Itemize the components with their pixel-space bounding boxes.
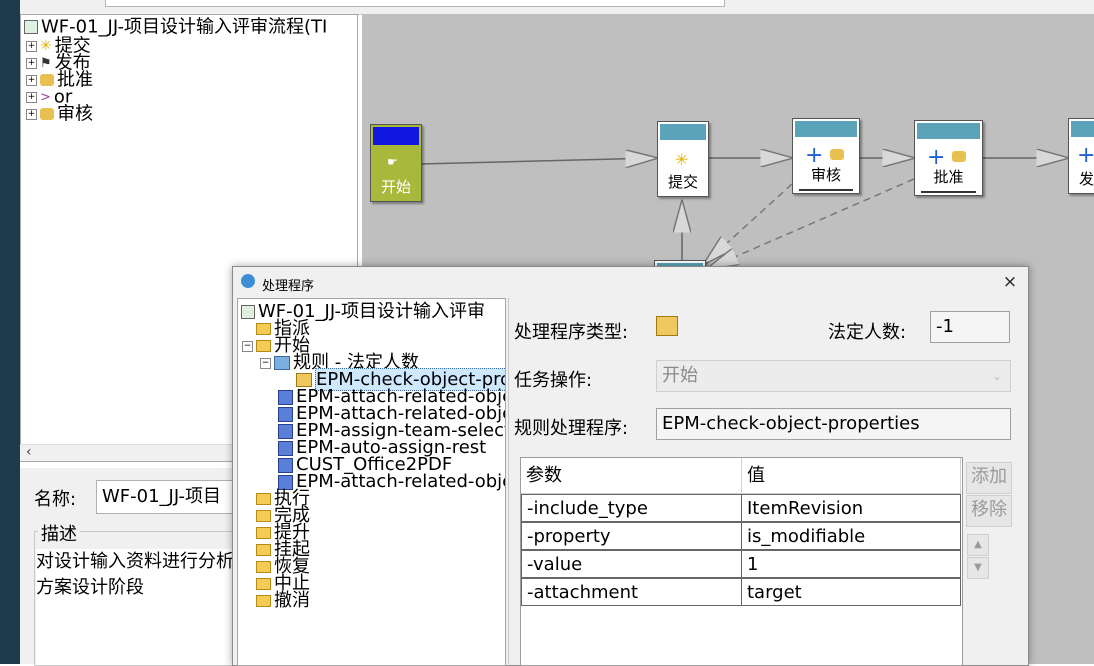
handler-type-label: 处理程序类型:	[514, 322, 629, 343]
tree-item-review[interactable]: + 审核	[26, 105, 93, 123]
node-header	[917, 123, 980, 139]
flag-icon: ⚑	[40, 55, 52, 71]
arguments-table: 参数 值 -include_type ItemRevision -propert…	[520, 457, 963, 666]
column-header-param[interactable]: 参数	[521, 458, 742, 494]
submit-node[interactable]: ✳ 提交	[657, 121, 709, 197]
table-cell-value[interactable]: is_modifiable	[741, 522, 961, 550]
expand-icon[interactable]: +	[26, 40, 37, 52]
task-action-label: 任务操作:	[514, 370, 593, 391]
rule-handler-label: 规则处理程序:	[514, 418, 629, 439]
collapse-icon[interactable]: −	[260, 357, 271, 369]
start-node-label: 开始	[380, 178, 411, 196]
people-icon	[40, 108, 54, 120]
start-node-header	[373, 127, 419, 145]
start-handler-icon: ☛	[387, 155, 398, 169]
handler-icon	[296, 373, 312, 387]
table-cell-value[interactable]: target	[741, 578, 961, 606]
people-icon	[40, 74, 54, 86]
workflow-icon	[24, 20, 38, 34]
or-icon: >	[40, 89, 51, 105]
table-cell-value[interactable]: ItemRevision	[741, 494, 961, 522]
approve-node[interactable]: + 批准	[914, 120, 983, 196]
star-icon: ✳	[675, 150, 689, 169]
dialog-title: 处理程序	[262, 279, 315, 294]
collapse-icon[interactable]: −	[242, 340, 253, 352]
review-task-icon	[830, 149, 844, 160]
remove-button[interactable]: 移除	[966, 495, 1012, 527]
folder-icon	[256, 340, 271, 352]
folder-icon	[256, 323, 271, 335]
review-node-label: 审核	[810, 166, 841, 184]
task-action-value: 开始	[662, 365, 698, 386]
table-cell-param[interactable]: -attachment	[521, 578, 742, 606]
rule-handler-field[interactable]: EPM-check-object-properties	[656, 408, 1011, 440]
task-icon: +	[1077, 143, 1094, 168]
connector-start-submit	[419, 158, 657, 164]
expand-icon[interactable]: +	[26, 57, 37, 69]
folder-icon	[256, 595, 271, 607]
folder-icon	[256, 493, 271, 505]
workflow-icon	[241, 305, 255, 319]
approve-node-label: 批准	[933, 168, 964, 186]
folder-icon	[256, 510, 271, 522]
action-handler-icon	[278, 440, 293, 456]
node-underline	[799, 189, 853, 191]
folder-icon	[256, 527, 271, 539]
quorum-label: 法定人数:	[828, 322, 907, 343]
folder-icon	[256, 561, 271, 573]
review-node[interactable]: + 审核	[792, 118, 860, 194]
table-cell-value[interactable]: 1	[741, 550, 961, 578]
table-cell-param[interactable]: -value	[521, 550, 742, 578]
node-header	[1071, 121, 1094, 137]
node-header	[795, 121, 857, 137]
handler-tree: WF-01_JJ-项目设计输入评审 指派 − 开始 − 规则 - 法定人数 EPM-…	[237, 298, 506, 666]
node-underline	[921, 191, 976, 193]
window-edge	[0, 0, 20, 664]
approve-task-icon	[952, 151, 966, 162]
dialog-app-icon	[241, 274, 255, 288]
handler-type-icon	[656, 316, 678, 336]
description-label: 描述	[38, 520, 80, 546]
chevron-down-icon: ⌄	[991, 369, 1002, 383]
expand-icon[interactable]: +	[26, 74, 37, 86]
action-handler-icon	[278, 406, 293, 422]
move-down-icon[interactable]: ▼	[967, 557, 989, 579]
folder-icon	[256, 544, 271, 556]
star-icon: ✳	[40, 37, 52, 54]
tree-root[interactable]: WF-01_JJ-项目设计输入评审流程(TI	[24, 18, 327, 36]
action-handler-icon	[278, 389, 293, 405]
table-cell-param[interactable]: -include_type	[521, 494, 742, 522]
scroll-left-icon[interactable]: ‹	[26, 444, 32, 460]
start-node[interactable]: ☛ 开始	[370, 124, 422, 202]
column-header-value[interactable]: 值	[742, 458, 961, 494]
rule-icon	[274, 356, 290, 370]
folder-icon	[256, 578, 271, 590]
top-input-field[interactable]	[105, 0, 725, 7]
action-handler-icon	[278, 423, 293, 439]
action-handler-icon	[278, 457, 293, 473]
description-textarea[interactable]: 对设计输入资料进行分析 方案设计阶段	[36, 549, 236, 664]
submit-node-label: 提交	[667, 173, 698, 191]
publish-node-label: 发	[1079, 170, 1094, 188]
expand-icon[interactable]: +	[26, 108, 37, 120]
task-action-select[interactable]: 开始 ⌄	[656, 360, 1011, 392]
dashed-connector-review	[704, 183, 793, 264]
table-cell-param[interactable]: -property	[521, 522, 742, 550]
add-button[interactable]: 添加	[966, 462, 1012, 494]
node-header	[660, 124, 706, 140]
tree-folder[interactable]: 撤消	[256, 592, 310, 610]
tree-handler[interactable]: EPM-attach-related-objects	[278, 473, 505, 491]
publish-node[interactable]: + 发	[1068, 118, 1094, 194]
expand-icon[interactable]: +	[26, 91, 37, 103]
quorum-field[interactable]: -1	[930, 311, 1010, 343]
close-icon[interactable]: ×	[1000, 272, 1020, 292]
name-label: 名称:	[34, 489, 77, 510]
move-up-icon[interactable]: ▲	[967, 534, 989, 556]
